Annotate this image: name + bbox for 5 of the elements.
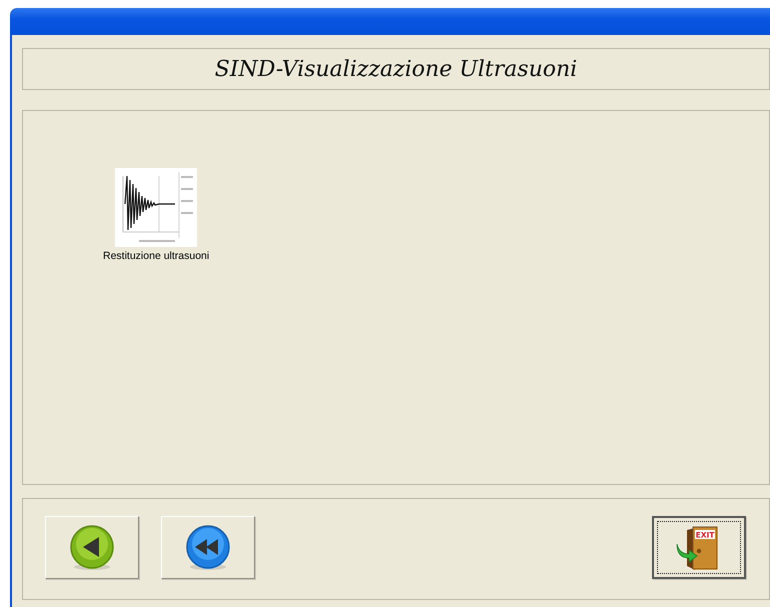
- rewind-button[interactable]: [161, 516, 255, 579]
- back-button[interactable]: [45, 516, 139, 579]
- window-title: SIND-Visualizzazione Ultrasuoni: [214, 56, 578, 82]
- waveform-thumbnail-icon: [115, 168, 198, 247]
- file-item[interactable]: Restituzione ultrasuoni: [103, 168, 210, 262]
